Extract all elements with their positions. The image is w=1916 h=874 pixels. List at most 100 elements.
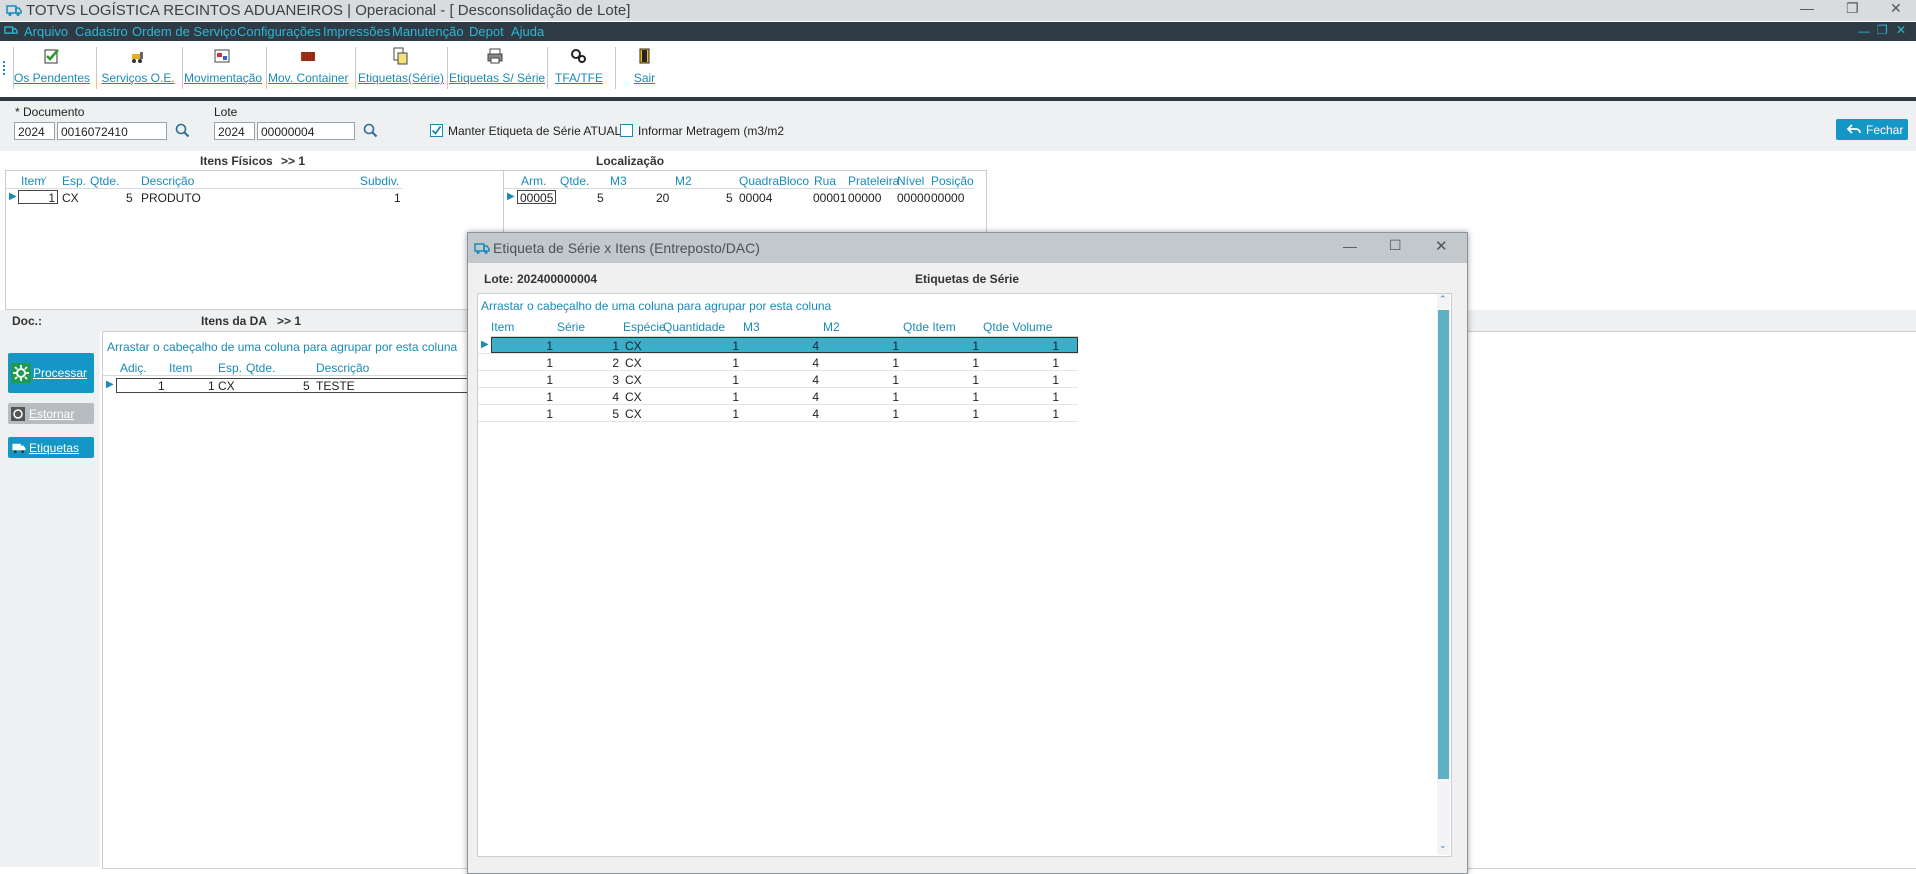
doc-label: Doc.: [12, 314, 42, 328]
column-header-especie[interactable]: Espécie [623, 320, 666, 334]
cell-especie: CX [625, 407, 642, 421]
group-by-hint[interactable]: Arrastar o cabeçalho de uma coluna para … [481, 299, 831, 313]
table-row[interactable]: ▶ 1 1 CX 1 4 1 1 1 [478, 337, 1078, 354]
maximize-icon[interactable]: ☐ [1389, 237, 1402, 254]
cell-qtde-volume: 1 [1052, 390, 1059, 404]
column-header-arm[interactable]: Arm. [521, 174, 546, 188]
cell-m3: 20 [656, 191, 670, 205]
menu-cadastro[interactable]: Cadastro [75, 24, 128, 39]
column-header-qtde-volume[interactable]: Qtde Volume [983, 320, 1052, 334]
cell-quantidade: 1 [732, 356, 739, 370]
table-row[interactable]: 1 3 CX 1 4 1 1 1 [478, 371, 1078, 388]
column-header-quantidade[interactable]: Quantidade [663, 320, 725, 334]
menu-ordem-servico[interactable]: Ordem de Serviço [132, 24, 237, 39]
table-row[interactable]: 1 2 CX 1 4 1 1 1 [478, 354, 1078, 371]
cell-qtde: 5 [126, 191, 133, 205]
restore-icon[interactable]: ❐ [1846, 0, 1859, 17]
table-row[interactable]: 1 4 CX 1 4 1 1 1 [478, 388, 1078, 405]
row-indicator-icon: ▶ [9, 191, 17, 202]
column-header-rua[interactable]: Rua [814, 174, 836, 188]
estornar-label: Estornar [29, 407, 75, 421]
column-header-m2[interactable]: M2 [675, 174, 692, 188]
menu-depot[interactable]: Depot [469, 24, 504, 39]
movimentacao-button[interactable]: Movimentação [184, 41, 262, 97]
column-header-item[interactable]: Item [169, 361, 192, 375]
column-header-adic[interactable]: Adiç. [120, 361, 147, 375]
group-by-hint[interactable]: Arrastar o cabeçalho de uma coluna para … [107, 340, 457, 354]
cell-esp: CX [218, 379, 235, 393]
documento-ano-input[interactable]: 2024 [14, 122, 55, 140]
child-minimize-icon[interactable]: — [1858, 24, 1870, 38]
cell-nivel: 00000 [897, 191, 931, 205]
menu-ajuda[interactable]: Ajuda [511, 24, 544, 39]
cell-quadra: 00004 [739, 191, 773, 205]
table-row[interactable]: ▶ 00005 5 20 5 00004 00001 00000 00000 0… [504, 189, 974, 206]
column-header-m3[interactable]: M3 [610, 174, 627, 188]
scroll-up-icon[interactable]: ⌃ [1439, 294, 1447, 305]
fechar-button[interactable]: Fechar [1836, 119, 1908, 140]
column-header-qtde-item[interactable]: Qtde Item [903, 320, 956, 334]
minimize-icon[interactable]: — [1343, 238, 1357, 254]
lote-ano-input[interactable]: 2024 [214, 122, 255, 140]
cell-m3: 4 [812, 407, 819, 421]
scrollbar-thumb[interactable] [1438, 310, 1449, 779]
servicos-oe-button[interactable]: Serviços O.E. [100, 41, 176, 97]
column-header-qtde[interactable]: Qtde. [90, 174, 119, 188]
cell-item[interactable]: 1 [18, 190, 58, 205]
child-close-icon[interactable]: ✕ [1896, 23, 1906, 37]
column-header-esp[interactable]: Esp. [62, 174, 86, 188]
column-header-posicao[interactable]: Posição [931, 174, 974, 188]
sair-button[interactable]: Sair [617, 41, 672, 97]
column-header-nivel[interactable]: Nível [897, 174, 924, 188]
table-row[interactable]: ▶ 1 1 CX 5 TESTE [103, 377, 468, 394]
table-row[interactable]: 1 5 CX 1 4 1 1 1 [478, 405, 1078, 422]
processar-button[interactable]: Processar [8, 353, 94, 393]
vertical-scrollbar[interactable]: ⌃ ⌄ [1437, 294, 1450, 855]
documento-numero-input[interactable]: 0016072410 [57, 122, 167, 140]
close-icon[interactable]: ✕ [1890, 0, 1902, 17]
column-header-m2[interactable]: M2 [823, 320, 840, 334]
column-header-qtde[interactable]: Qtde. [246, 361, 275, 375]
column-header-serie[interactable]: Série [557, 320, 585, 334]
column-header-prateleira[interactable]: Prateleira [848, 174, 899, 188]
close-icon[interactable]: ✕ [1435, 237, 1448, 255]
cell-m3: 4 [812, 390, 819, 404]
column-header-descricao[interactable]: Descrição [316, 361, 369, 375]
menu-impressoes[interactable]: Impressões [323, 24, 390, 39]
cell-posicao: 00000 [931, 191, 965, 205]
child-restore-icon[interactable]: ❐ [1877, 23, 1888, 37]
mov-container-button[interactable]: Mov. Container [268, 41, 348, 97]
column-header-m3[interactable]: M3 [743, 320, 760, 334]
menu-arquivo[interactable]: Arquivo [24, 24, 68, 39]
column-header-subdiv[interactable]: Subdiv. [360, 174, 399, 188]
column-header-descricao[interactable]: Descrição [141, 174, 194, 188]
manter-etiqueta-checkbox[interactable] [430, 124, 443, 137]
column-header-item[interactable]: Item [21, 174, 44, 188]
column-header-qtde[interactable]: Qtde. [560, 174, 589, 188]
column-header-quadra[interactable]: Quadra [739, 174, 779, 188]
lote-numero-input[interactable]: 00000004 [257, 122, 355, 140]
cell-arm[interactable]: 00005 [517, 190, 556, 205]
search-icon[interactable] [175, 123, 190, 141]
tfa-tfe-button[interactable]: TFA/TFE [549, 41, 609, 97]
servicos-oe-label: Serviços O.E. [101, 71, 175, 85]
row-indicator-icon: ▶ [106, 379, 114, 390]
column-header-bloco[interactable]: Bloco [779, 174, 809, 188]
search-icon[interactable] [363, 123, 378, 141]
scroll-down-icon[interactable]: ⌄ [1439, 840, 1447, 851]
table-row[interactable]: ▶ 1 CX 5 PRODUTO 1 [6, 189, 402, 206]
menu-configuracoes[interactable]: Configurações [237, 24, 321, 39]
column-header-item[interactable]: Item [491, 320, 514, 334]
estornar-button[interactable]: Estornar [8, 403, 94, 424]
etiquetas-button[interactable]: Etiquetas [8, 437, 94, 458]
os-pendentes-button[interactable]: Os Pendentes [14, 41, 90, 97]
minimize-icon[interactable]: — [1800, 0, 1814, 16]
itens-fisicos-count: >> 1 [281, 154, 306, 168]
cell-especie: CX [625, 373, 642, 387]
informar-metragem-checkbox[interactable] [620, 124, 633, 137]
etiquetas-serie-button[interactable]: Etiquetas(Série) [358, 41, 444, 97]
etiquetas-sem-serie-button[interactable]: Etiquetas S/ Série [449, 41, 545, 97]
cell-m2: 1 [892, 339, 899, 353]
column-header-esp[interactable]: Esp. [218, 361, 242, 375]
menu-manutencao[interactable]: Manutenção [392, 24, 464, 39]
